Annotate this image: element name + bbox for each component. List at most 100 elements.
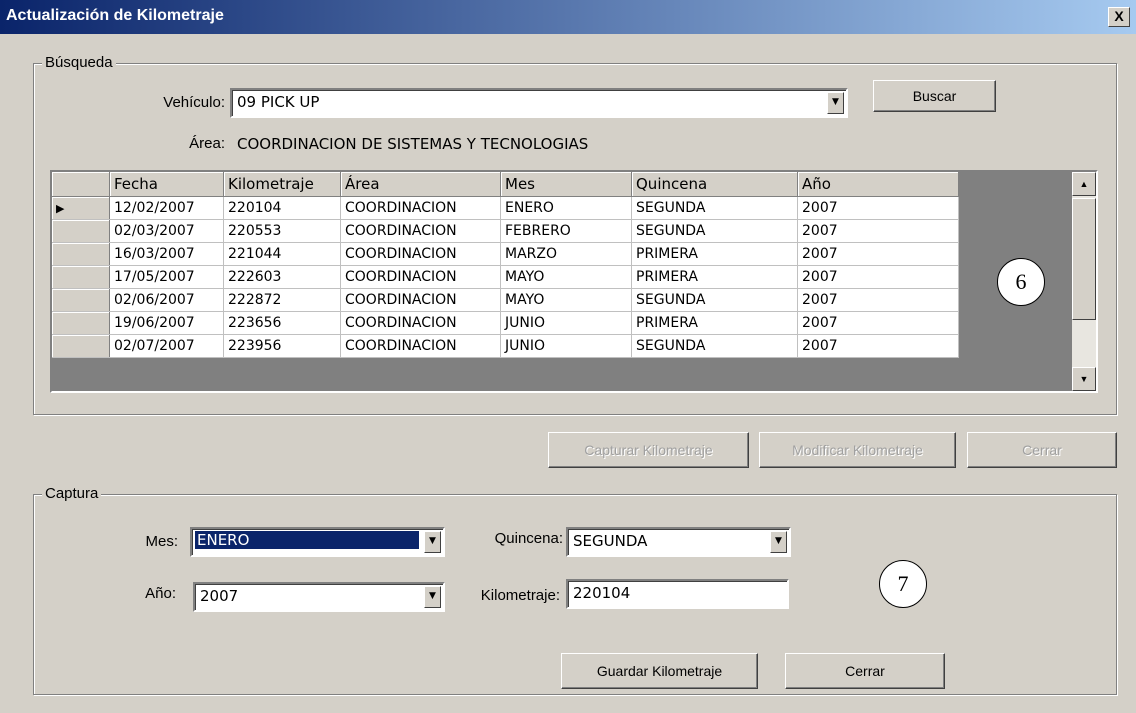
table-row[interactable]: 02/03/2007 220553 COORDINACION FEBRERO S… bbox=[52, 219, 959, 243]
row-indicator[interactable] bbox=[52, 288, 110, 312]
table-row[interactable]: 02/07/2007 223956 COORDINACION JUNIO SEG… bbox=[52, 334, 959, 358]
area-value: COORDINACION DE SISTEMAS Y TECNOLOGIAS bbox=[237, 135, 589, 153]
cell-kilometraje[interactable]: 221044 bbox=[223, 242, 341, 266]
table-row[interactable]: 16/03/2007 221044 COORDINACION MARZO PRI… bbox=[52, 242, 959, 266]
cell-area[interactable]: COORDINACION bbox=[340, 311, 501, 335]
cerrar-top-button[interactable]: Cerrar bbox=[967, 432, 1117, 468]
kilometraje-grid[interactable]: Fecha Kilometraje Área Mes Quincena Año … bbox=[50, 170, 1098, 393]
cell-area[interactable]: COORDINACION bbox=[340, 219, 501, 243]
column-header-fecha[interactable]: Fecha bbox=[109, 172, 224, 197]
scroll-down-icon[interactable]: ▼ bbox=[1072, 367, 1096, 391]
cell-fecha[interactable]: 02/07/2007 bbox=[109, 334, 224, 358]
row-indicator-header bbox=[52, 172, 110, 197]
close-button[interactable]: X bbox=[1108, 7, 1130, 27]
vehiculo-select[interactable]: 09 PICK UP ▼ bbox=[230, 88, 848, 118]
kilometraje-table: Fecha Kilometraje Área Mes Quincena Año … bbox=[52, 172, 959, 358]
chevron-down-icon[interactable]: ▼ bbox=[424, 586, 441, 608]
cell-mes[interactable]: ENERO bbox=[500, 196, 632, 220]
cell-kilometraje[interactable]: 220104 bbox=[223, 196, 341, 220]
cell-fecha[interactable]: 16/03/2007 bbox=[109, 242, 224, 266]
cell-kilometraje[interactable]: 220553 bbox=[223, 219, 341, 243]
cell-fecha[interactable]: 02/06/2007 bbox=[109, 288, 224, 312]
cell-anio[interactable]: 2007 bbox=[797, 311, 959, 335]
cell-quincena[interactable]: SEGUNDA bbox=[631, 196, 798, 220]
cell-fecha[interactable]: 02/03/2007 bbox=[109, 219, 224, 243]
cell-anio[interactable]: 2007 bbox=[797, 334, 959, 358]
column-header-area[interactable]: Área bbox=[340, 172, 501, 197]
cell-fecha[interactable]: 17/05/2007 bbox=[109, 265, 224, 289]
cell-anio[interactable]: 2007 bbox=[797, 219, 959, 243]
scroll-thumb[interactable] bbox=[1072, 198, 1096, 320]
cell-fecha[interactable]: 19/06/2007 bbox=[109, 311, 224, 335]
cell-quincena[interactable]: PRIMERA bbox=[631, 311, 798, 335]
column-header-kilometraje[interactable]: Kilometraje bbox=[223, 172, 341, 197]
kilometraje-value: 220104 bbox=[573, 584, 631, 602]
chevron-down-icon[interactable]: ▼ bbox=[770, 531, 787, 553]
column-header-mes[interactable]: Mes bbox=[500, 172, 632, 197]
guardar-kilometraje-button[interactable]: Guardar Kilometraje bbox=[561, 653, 758, 689]
busqueda-legend: Búsqueda bbox=[42, 54, 116, 71]
grid-header-row: Fecha Kilometraje Área Mes Quincena Año bbox=[52, 172, 959, 197]
modificar-kilometraje-button[interactable]: Modificar Kilometraje bbox=[759, 432, 956, 468]
table-row[interactable]: 19/06/2007 223656 COORDINACION JUNIO PRI… bbox=[52, 311, 959, 335]
anio-select[interactable]: 2007 ▼ bbox=[193, 582, 445, 612]
cell-area[interactable]: COORDINACION bbox=[340, 265, 501, 289]
mes-select[interactable]: ENERO ▼ bbox=[190, 527, 445, 557]
cell-area[interactable]: COORDINACION bbox=[340, 242, 501, 266]
cell-mes[interactable]: MARZO bbox=[500, 242, 632, 266]
buscar-button[interactable]: Buscar bbox=[873, 80, 996, 112]
cell-quincena[interactable]: PRIMERA bbox=[631, 242, 798, 266]
cell-mes[interactable]: JUNIO bbox=[500, 311, 632, 335]
kilometraje-label: Kilometraje: bbox=[480, 587, 560, 604]
cell-anio[interactable]: 2007 bbox=[797, 196, 959, 220]
cell-quincena[interactable]: SEGUNDA bbox=[631, 219, 798, 243]
cell-fecha[interactable]: 12/02/2007 bbox=[109, 196, 224, 220]
chevron-down-icon[interactable]: ▼ bbox=[424, 531, 441, 553]
cell-mes[interactable]: MAYO bbox=[500, 265, 632, 289]
cell-mes[interactable]: MAYO bbox=[500, 288, 632, 312]
cell-anio[interactable]: 2007 bbox=[797, 242, 959, 266]
mes-label: Mes: bbox=[145, 533, 178, 550]
cell-area[interactable]: COORDINACION bbox=[340, 334, 501, 358]
cell-kilometraje[interactable]: 223656 bbox=[223, 311, 341, 335]
cell-area[interactable]: COORDINACION bbox=[340, 288, 501, 312]
column-header-anio[interactable]: Año bbox=[797, 172, 959, 197]
table-row[interactable]: 02/06/2007 222872 COORDINACION MAYO SEGU… bbox=[52, 288, 959, 312]
row-indicator[interactable] bbox=[52, 219, 110, 243]
captura-legend: Captura bbox=[42, 485, 102, 502]
table-row[interactable]: 17/05/2007 222603 COORDINACION MAYO PRIM… bbox=[52, 265, 959, 289]
row-indicator[interactable] bbox=[52, 242, 110, 266]
anio-value: 2007 bbox=[200, 587, 239, 605]
cell-quincena[interactable]: SEGUNDA bbox=[631, 288, 798, 312]
cell-mes[interactable]: FEBRERO bbox=[500, 219, 632, 243]
row-indicator[interactable] bbox=[52, 334, 110, 358]
cell-mes[interactable]: JUNIO bbox=[500, 334, 632, 358]
cell-kilometraje[interactable]: 222872 bbox=[223, 288, 341, 312]
vehiculo-label: Vehículo: bbox=[163, 94, 225, 111]
cell-quincena[interactable]: SEGUNDA bbox=[631, 334, 798, 358]
callout-7: 7 bbox=[879, 560, 927, 608]
kilometraje-input[interactable]: 220104 bbox=[566, 579, 789, 609]
window-title: Actualización de Kilometraje bbox=[6, 7, 224, 24]
cell-kilometraje[interactable]: 222603 bbox=[223, 265, 341, 289]
quincena-select[interactable]: SEGUNDA ▼ bbox=[566, 527, 791, 557]
cell-anio[interactable]: 2007 bbox=[797, 265, 959, 289]
row-indicator[interactable] bbox=[52, 265, 110, 289]
table-row[interactable]: ▶ 12/02/2007 220104 COORDINACION ENERO S… bbox=[52, 196, 959, 220]
row-indicator[interactable] bbox=[52, 311, 110, 335]
cell-anio[interactable]: 2007 bbox=[797, 288, 959, 312]
quincena-label: Quincena: bbox=[494, 530, 563, 547]
column-header-quincena[interactable]: Quincena bbox=[631, 172, 798, 197]
cell-area[interactable]: COORDINACION bbox=[340, 196, 501, 220]
cell-quincena[interactable]: PRIMERA bbox=[631, 265, 798, 289]
area-label: Área: bbox=[189, 135, 225, 152]
quincena-value: SEGUNDA bbox=[573, 532, 648, 550]
cell-kilometraje[interactable]: 223956 bbox=[223, 334, 341, 358]
chevron-down-icon[interactable]: ▼ bbox=[827, 92, 844, 114]
vehiculo-value: 09 PICK UP bbox=[237, 93, 320, 111]
mes-value: ENERO bbox=[195, 531, 419, 549]
capturar-kilometraje-button[interactable]: Capturar Kilometraje bbox=[548, 432, 749, 468]
scroll-up-icon[interactable]: ▲ bbox=[1072, 172, 1096, 196]
cerrar-bottom-button[interactable]: Cerrar bbox=[785, 653, 945, 689]
grid-vertical-scrollbar[interactable]: ▲ ▼ bbox=[1072, 172, 1096, 391]
